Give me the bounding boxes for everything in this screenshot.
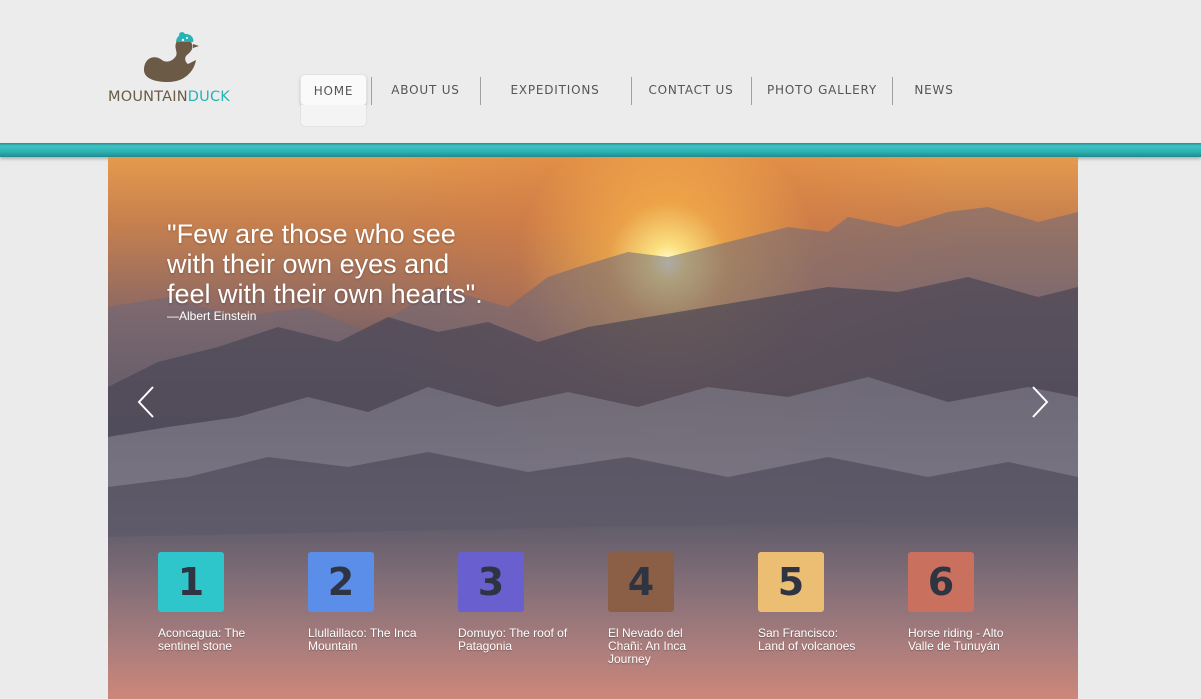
expedition-tile[interactable]: 6 Horse riding - Alto Valle de Tunuyán	[908, 552, 1018, 653]
hero-quote: "Few are those who see with their own ey…	[167, 219, 547, 309]
tile-caption[interactable]: El Nevado del Chañi: An Inca Journey	[608, 627, 718, 666]
nav-separator	[751, 77, 752, 105]
tile-number-badge[interactable]: 5	[758, 552, 824, 612]
expedition-tile[interactable]: 5 San Francisco: Land of volcanoes	[758, 552, 868, 653]
logo-text-duck: DUCK	[187, 89, 230, 105]
tile-caption[interactable]: Llullaillaco: The Inca Mountain	[308, 627, 438, 653]
nav-separator	[892, 77, 893, 105]
logo-text-mountain: MOUNTAIN	[108, 89, 188, 105]
expedition-tile[interactable]: 1 Aconcagua: The sentinel stone	[158, 552, 288, 653]
slider-next-button[interactable]	[1030, 385, 1050, 419]
tile-number-badge[interactable]: 3	[458, 552, 524, 612]
quote-line-2: with their own eyes and	[167, 249, 450, 279]
logo-text: MOUNTAINDUCK	[108, 89, 230, 105]
slider-prev-button[interactable]	[136, 385, 156, 419]
tile-number-badge[interactable]: 1	[158, 552, 224, 612]
quote-line-3: feel with their own hearts".	[167, 279, 483, 309]
chevron-right-icon	[1032, 386, 1049, 418]
tile-caption[interactable]: San Francisco: Land of volcanoes	[758, 627, 868, 653]
nav-separator	[631, 77, 632, 105]
tile-number-badge[interactable]: 2	[308, 552, 374, 612]
hero-slider: "Few are those who see with their own ey…	[108, 157, 1078, 699]
nav-contact-us[interactable]: CONTACT US	[641, 74, 741, 106]
expedition-tile[interactable]: 2 Llullaillaco: The Inca Mountain	[308, 552, 438, 653]
duck-logo-icon	[144, 32, 199, 82]
nav-about-us[interactable]: ABOUT US	[378, 74, 473, 106]
nav-home-submenu	[300, 105, 367, 127]
quote-line-1: "Few are those who see	[167, 219, 456, 249]
tile-caption[interactable]: Aconcagua: The sentinel stone	[158, 627, 288, 653]
expedition-tile[interactable]: 4 El Nevado del Chañi: An Inca Journey	[608, 552, 718, 666]
nav-separator	[371, 77, 372, 105]
logo[interactable]: MOUNTAINDUCK	[108, 32, 238, 112]
tile-number-badge[interactable]: 6	[908, 552, 974, 612]
tile-caption[interactable]: Domuyo: The roof of Patagonia	[458, 627, 588, 653]
site-header: MOUNTAINDUCK HOME ABOUT US EXPEDITIONS C…	[0, 0, 1201, 143]
quote-author: —Albert Einstein	[167, 309, 257, 323]
nav-home[interactable]: HOME	[300, 74, 367, 106]
nav-separator	[480, 77, 481, 105]
nav-news[interactable]: NEWS	[904, 74, 964, 106]
expedition-tile[interactable]: 3 Domuyo: The roof of Patagonia	[458, 552, 588, 653]
nav-expeditions[interactable]: EXPEDITIONS	[494, 74, 616, 106]
nav-photo-gallery[interactable]: PHOTO GALLERY	[761, 74, 883, 106]
accent-band	[0, 143, 1201, 157]
tile-caption[interactable]: Horse riding - Alto Valle de Tunuyán	[908, 627, 1018, 653]
tile-number-badge[interactable]: 4	[608, 552, 674, 612]
chevron-left-icon	[137, 386, 154, 418]
